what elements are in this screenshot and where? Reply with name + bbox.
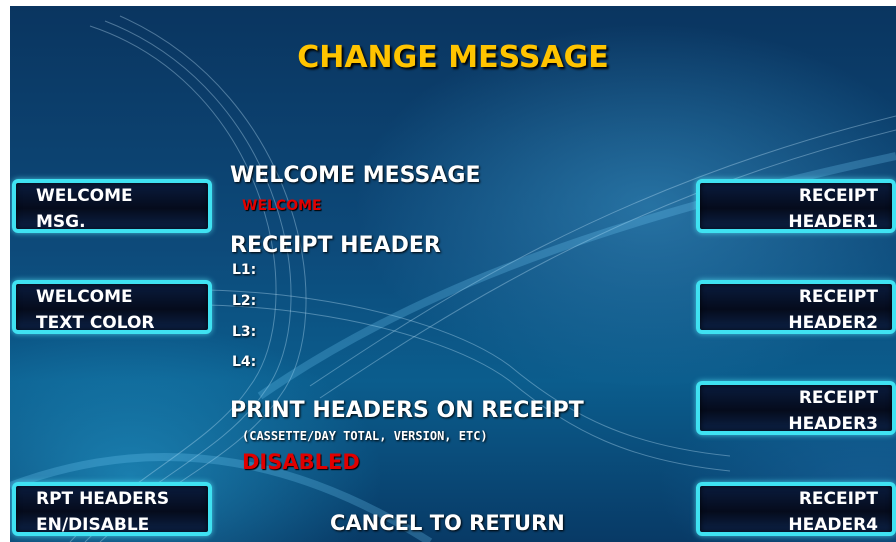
button-label-line2: HEADER3: [788, 414, 878, 434]
button-label-line2: EN/DISABLE: [36, 515, 150, 535]
receipt-header-line-4: L4:: [232, 354, 257, 370]
button-label-line1: RECEIPT: [798, 489, 878, 509]
welcome-message-heading: WELCOME MESSAGE: [230, 163, 481, 188]
button-label-line1: RECEIPT: [798, 388, 878, 408]
button-label-line2: HEADER1: [788, 212, 878, 232]
print-headers-heading: PRINT HEADERS ON RECEIPT: [230, 398, 584, 423]
button-label-line2: HEADER2: [788, 313, 878, 333]
button-label-line1: RECEIPT: [798, 287, 878, 307]
welcome-msg-button[interactable]: WELCOME MSG.: [12, 179, 212, 233]
cancel-to-return-hint: CANCEL TO RETURN: [330, 511, 565, 535]
button-label-line2: HEADER4: [788, 515, 878, 535]
button-label-line2: MSG.: [36, 212, 86, 232]
print-headers-status: DISABLED: [242, 450, 360, 474]
receipt-header-line-3: L3:: [232, 324, 257, 340]
receipt-header1-button[interactable]: RECEIPT HEADER1: [696, 179, 896, 233]
welcome-text-color-button[interactable]: WELCOME TEXT COLOR: [12, 280, 212, 334]
welcome-message-value: WELCOME: [242, 198, 322, 214]
button-label-line1: WELCOME: [36, 186, 133, 206]
receipt-header-heading: RECEIPT HEADER: [230, 233, 441, 258]
button-label-line2: TEXT COLOR: [36, 313, 155, 333]
receipt-header2-button[interactable]: RECEIPT HEADER2: [696, 280, 896, 334]
page-title: CHANGE MESSAGE: [297, 40, 609, 75]
print-headers-note: (CASSETTE/DAY TOTAL, VERSION, ETC): [242, 429, 488, 443]
button-label-line1: RPT HEADERS: [36, 489, 170, 509]
atm-screen: CHANGE MESSAGE WELCOME MSG. WELCOME TEXT…: [10, 6, 896, 542]
receipt-header3-button[interactable]: RECEIPT HEADER3: [696, 381, 896, 435]
background-swoosh: [10, 15, 896, 542]
rpt-headers-enable-disable-button[interactable]: RPT HEADERS EN/DISABLE: [12, 482, 212, 536]
receipt-header-line-1: L1:: [232, 262, 257, 278]
receipt-header-line-2: L2:: [232, 293, 257, 309]
receipt-header4-button[interactable]: RECEIPT HEADER4: [696, 482, 896, 536]
button-label-line1: RECEIPT: [798, 186, 878, 206]
button-label-line1: WELCOME: [36, 287, 133, 307]
